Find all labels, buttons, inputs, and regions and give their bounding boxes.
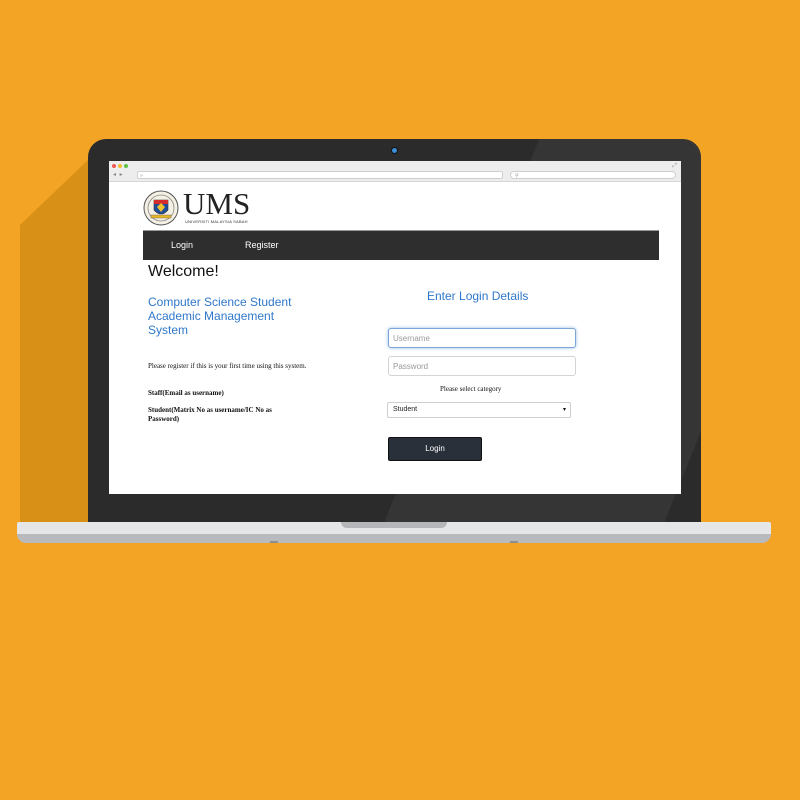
- nav-item-login[interactable]: Login: [171, 231, 193, 260]
- webcam-icon: [392, 148, 397, 153]
- close-dot-icon[interactable]: [112, 164, 116, 168]
- browser-search-bar[interactable]: ⚲: [510, 171, 676, 179]
- staff-note: Staff(Email as username): [148, 389, 224, 397]
- browser-nav-arrows[interactable]: ◂ ▸: [113, 171, 124, 179]
- main-navbar: Login Register: [143, 230, 659, 260]
- username-input[interactable]: [388, 328, 576, 348]
- password-input[interactable]: [388, 356, 576, 376]
- system-name: Computer Science Student Academic Manage…: [148, 295, 292, 337]
- caret-down-icon: ▾: [562, 407, 566, 413]
- resize-icon[interactable]: ⤢: [672, 163, 677, 169]
- url-glyph: »: [140, 173, 143, 179]
- university-crest-icon: [143, 190, 179, 226]
- student-note: Student(Matrix No as username/IC No as P…: [148, 406, 272, 423]
- search-icon: ⚲: [515, 173, 519, 179]
- category-select[interactable]: Student ▾: [387, 402, 571, 418]
- laptop-base-bottom: [17, 534, 771, 543]
- laptop-foot-left: [270, 541, 278, 543]
- register-note: Please register if this is your first ti…: [148, 362, 307, 370]
- browser-chrome: ◂ ▸ » ⚲ ⤢: [109, 161, 681, 182]
- logo-subtitle: UNIVERSITI MALAYSIA SABAH: [185, 219, 248, 224]
- category-label: Please select category: [440, 385, 502, 393]
- login-button[interactable]: Login: [388, 437, 482, 461]
- logo-text: UMS: [183, 186, 251, 221]
- nav-item-register[interactable]: Register: [245, 231, 279, 260]
- laptop-foot-right: [510, 541, 518, 543]
- laptop-notch: [341, 522, 447, 528]
- minimize-dot-icon[interactable]: [118, 164, 122, 168]
- login-heading: Enter Login Details: [427, 289, 529, 303]
- category-selected-value: Student: [393, 406, 418, 413]
- browser-window: ◂ ▸ » ⚲ ⤢ UMS UNIVERSITI MALAYSIA SABAH …: [109, 161, 681, 494]
- welcome-heading: Welcome!: [148, 263, 219, 280]
- maximize-dot-icon[interactable]: [124, 164, 128, 168]
- address-bar[interactable]: »: [137, 171, 503, 179]
- ums-logo[interactable]: UMS UNIVERSITI MALAYSIA SABAH: [143, 186, 263, 226]
